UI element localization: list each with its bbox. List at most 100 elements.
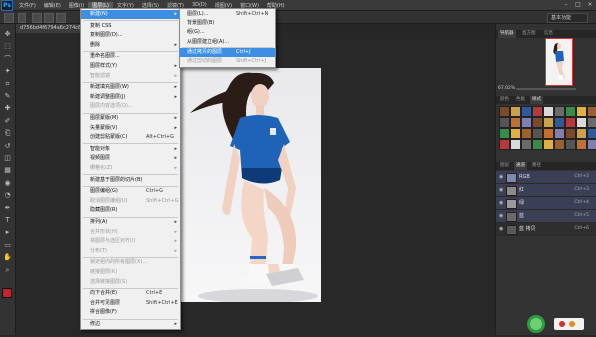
- layer-menu-item-20[interactable]: 排列(A) ▸: [81, 218, 180, 227]
- layer-menu-item-8[interactable]: 新建调整图层(J) ▸: [81, 93, 180, 102]
- stamp-icon[interactable]: ⎗: [3, 129, 12, 137]
- new-submenu-item-4[interactable]: 通过拷贝的图层 Ctrl+J: [180, 47, 275, 57]
- layer-menu-item-4[interactable]: 重命名图层...: [81, 52, 180, 61]
- shape-icon[interactable]: ▭: [3, 241, 12, 249]
- style-swatch[interactable]: [499, 106, 510, 117]
- style-swatch[interactable]: [554, 106, 565, 117]
- dodge-icon[interactable]: ◔: [3, 191, 12, 199]
- workspace-select[interactable]: 基本功能: [547, 13, 588, 23]
- eye-icon[interactable]: ◉: [499, 200, 503, 206]
- channel-row[interactable]: ◉ 绿 Ctrl+4: [496, 197, 596, 210]
- layer-menu-item-28[interactable]: 合并可见图层 Shift+Ctrl+E: [81, 299, 180, 308]
- channel-row[interactable]: ◉ 蓝 Ctrl+5: [496, 210, 596, 223]
- eye-icon[interactable]: ◉: [499, 174, 503, 180]
- layer-menu-item-7[interactable]: 新建填充图层(W) ▸: [81, 83, 180, 92]
- style-swatch[interactable]: [532, 106, 543, 117]
- tab-channels[interactable]: 通道: [514, 162, 527, 170]
- style-swatch[interactable]: [532, 128, 543, 139]
- tab-layers[interactable]: 图层: [498, 162, 511, 170]
- path-select-icon[interactable]: ▸: [3, 228, 12, 236]
- layer-menu-item-17[interactable]: 图层编组(G) Ctrl+G: [81, 187, 180, 196]
- tab-histogram[interactable]: 直方图: [520, 30, 538, 38]
- style-swatch[interactable]: [510, 128, 521, 139]
- style-swatch[interactable]: [565, 139, 576, 150]
- style-swatch[interactable]: [587, 117, 596, 128]
- new-submenu-item-1[interactable]: 背景图层(B): [180, 19, 275, 28]
- layer-menu-item-16[interactable]: 新建基于图层的切片(B): [81, 176, 180, 185]
- tab-paths[interactable]: 路径: [530, 162, 543, 170]
- style-swatch[interactable]: [543, 117, 554, 128]
- layer-menu-item-29[interactable]: 拼合图像(F): [81, 308, 180, 317]
- gradient-icon[interactable]: ▦: [3, 166, 12, 174]
- layer-menu-item-13[interactable]: 智能对象 ▸: [81, 145, 180, 154]
- style-swatch[interactable]: [565, 117, 576, 128]
- minimize-button[interactable]: –: [560, 1, 572, 9]
- new-submenu-item-2[interactable]: 组(G)...: [180, 28, 275, 37]
- style-swatch[interactable]: [510, 117, 521, 128]
- style-swatch[interactable]: [543, 139, 554, 150]
- type-icon[interactable]: T: [3, 216, 12, 224]
- eye-icon[interactable]: ◉: [499, 226, 503, 232]
- channel-row[interactable]: ◉ RGB Ctrl+2: [496, 171, 596, 184]
- channel-row[interactable]: ◉ 红 Ctrl+3: [496, 184, 596, 197]
- zoom-slider[interactable]: [516, 88, 576, 90]
- navigator-thumbnail[interactable]: [545, 38, 573, 86]
- style-swatch[interactable]: [521, 117, 532, 128]
- maximize-button[interactable]: □: [572, 1, 584, 9]
- style-swatch[interactable]: [521, 139, 532, 150]
- style-swatch[interactable]: [554, 139, 565, 150]
- healing-icon[interactable]: ✚: [3, 104, 12, 112]
- lasso-icon[interactable]: ⌒: [3, 55, 12, 63]
- layer-menu-item-14[interactable]: 视频图层 ▸: [81, 154, 180, 163]
- style-swatch[interactable]: [576, 117, 587, 128]
- move-icon[interactable]: ✥: [3, 30, 12, 38]
- style-swatch[interactable]: [521, 128, 532, 139]
- style-swatch[interactable]: [565, 106, 576, 117]
- eyedropper-icon[interactable]: ✎: [3, 92, 12, 100]
- marquee-icon[interactable]: ⬚: [3, 42, 12, 50]
- tab-styles[interactable]: 样式: [530, 96, 543, 104]
- document-photo[interactable]: [178, 68, 321, 302]
- style-swatch[interactable]: [543, 128, 554, 139]
- crop-icon[interactable]: ⌗: [3, 80, 12, 88]
- style-swatch[interactable]: [532, 117, 543, 128]
- align-right-icon[interactable]: [56, 13, 66, 23]
- tab-info[interactable]: 信息: [542, 30, 555, 38]
- style-swatch[interactable]: [576, 139, 587, 150]
- layer-menu-item-0[interactable]: 新建(N) ▸: [81, 10, 180, 19]
- brush-icon[interactable]: ✐: [3, 117, 12, 125]
- style-swatch[interactable]: [543, 106, 554, 117]
- zoom-value[interactable]: 67.02%: [498, 86, 515, 91]
- style-swatch[interactable]: [576, 106, 587, 117]
- layer-menu-item-2[interactable]: 复制图层(D)...: [81, 31, 180, 40]
- history-brush-icon[interactable]: ↺: [3, 142, 12, 150]
- style-swatch[interactable]: [565, 128, 576, 139]
- align-center-icon[interactable]: [44, 13, 54, 23]
- tool-preset-icon[interactable]: [4, 13, 14, 23]
- channel-row[interactable]: ◉ 蓝 拷贝 Ctrl+6: [496, 223, 596, 236]
- style-swatch[interactable]: [510, 106, 521, 117]
- style-swatch[interactable]: [554, 128, 565, 139]
- close-button[interactable]: ×: [584, 1, 596, 9]
- style-swatch[interactable]: [587, 128, 596, 139]
- style-swatch[interactable]: [510, 139, 521, 150]
- layer-menu-item-19[interactable]: 隐藏图层(R): [81, 206, 180, 215]
- foreground-color-swatch[interactable]: [2, 288, 12, 298]
- new-submenu-item-3[interactable]: 从图层建立组(A)...: [180, 38, 275, 47]
- tab-swatches[interactable]: 色板: [514, 96, 527, 104]
- style-swatch[interactable]: [532, 139, 543, 150]
- tab-navigator[interactable]: 导航器: [498, 30, 516, 38]
- zoom-icon[interactable]: ⌕: [3, 266, 12, 274]
- layer-menu-item-5[interactable]: 图层样式(Y) ▸: [81, 62, 180, 71]
- layer-menu-item-10[interactable]: 图层蒙版(M) ▸: [81, 114, 180, 123]
- pen-icon[interactable]: ✒: [3, 204, 12, 212]
- style-swatch[interactable]: [576, 128, 587, 139]
- layer-menu-item-11[interactable]: 矢量蒙版(V) ▸: [81, 124, 180, 133]
- blur-icon[interactable]: ◉: [3, 179, 12, 187]
- style-swatch[interactable]: [554, 117, 565, 128]
- hand-icon[interactable]: ✋: [3, 253, 12, 261]
- menu-0[interactable]: 文件(F): [15, 2, 40, 9]
- style-swatch[interactable]: [587, 139, 596, 150]
- style-swatch[interactable]: [499, 139, 510, 150]
- tab-color[interactable]: 颜色: [498, 96, 511, 104]
